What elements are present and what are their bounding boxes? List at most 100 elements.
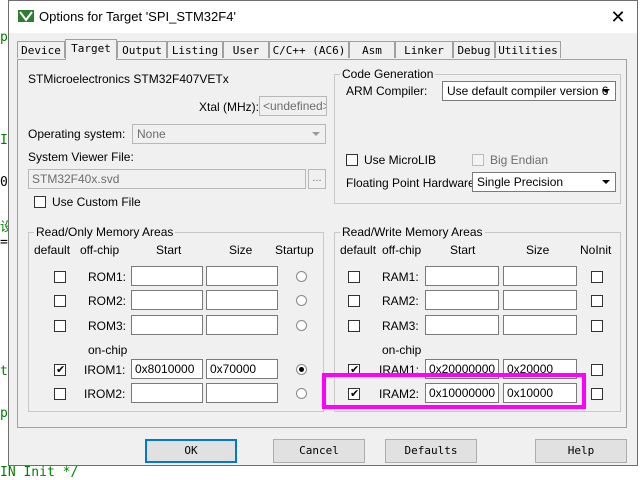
cancel-button[interactable]: Cancel [273, 439, 365, 463]
rom2-default-checkbox[interactable] [54, 295, 66, 307]
irom1-startup-radio[interactable] [296, 364, 307, 375]
iram2-noinit-checkbox[interactable] [591, 388, 603, 400]
ram2-default-checkbox[interactable] [348, 295, 360, 307]
ram3-noinit-checkbox[interactable] [591, 320, 603, 332]
fp-hardware-label: Floating Point Hardware: [346, 176, 479, 190]
bg-code-char: = [0, 235, 8, 250]
os-select-value: None [137, 127, 166, 141]
rom1-startup-radio[interactable] [296, 271, 307, 282]
compiler-label: ARM Compiler: [346, 84, 428, 98]
fp-hardware-select[interactable]: Single Precision [472, 172, 616, 192]
ram3-size-input[interactable] [503, 315, 577, 335]
device-name: STMicroelectronics STM32F407VETx [28, 72, 229, 86]
rw-header-offchip: off-chip [382, 243, 422, 257]
xtal-input[interactable]: <undefined> [259, 96, 327, 116]
irom2-label: IROM2: [84, 387, 126, 401]
ro-memory-title: Read/Only Memory Areas [34, 225, 176, 239]
ram3-start-input[interactable] [425, 315, 499, 335]
tab-user[interactable]: User [223, 41, 269, 58]
svd-label: System Viewer File: [28, 150, 134, 164]
tab-asm[interactable]: Asm [349, 41, 395, 58]
title-bar[interactable]: Options for Target 'SPI_STM32F4' ✕ [9, 1, 637, 33]
rom1-label: ROM1: [88, 270, 127, 284]
ram1-noinit-checkbox[interactable] [591, 271, 603, 283]
ro-header-default: default [34, 243, 71, 257]
rom3-startup-radio[interactable] [296, 320, 307, 331]
code-generation-title: Code Generation [340, 67, 436, 81]
irom2-default-checkbox[interactable] [54, 388, 66, 400]
close-icon[interactable]: ✕ [601, 3, 635, 31]
tab-utilities[interactable]: Utilities [495, 41, 561, 58]
annotation-highlight-box [322, 373, 586, 409]
help-button[interactable]: Help [535, 439, 627, 463]
rom3-default-checkbox[interactable] [54, 320, 66, 332]
rom2-start-input[interactable] [131, 290, 203, 310]
ram1-size-input[interactable] [503, 266, 577, 286]
rom3-start-input[interactable] [131, 315, 203, 335]
svd-browse-button[interactable]: ... [308, 169, 326, 189]
ram1-label: RAM1: [382, 270, 419, 284]
bg-code-char: p [0, 30, 8, 45]
use-custom-file-checkbox[interactable] [34, 196, 46, 208]
rom1-size-input[interactable] [206, 266, 278, 286]
use-microlib-checkbox[interactable] [346, 154, 358, 166]
rw-header-size: Size [526, 243, 550, 257]
irom2-startup-radio[interactable] [296, 388, 307, 399]
svd-input[interactable]: STM32F40x.svd [28, 169, 306, 189]
irom1-default-checkbox[interactable]: ✔ [54, 364, 66, 376]
irom2-start-input[interactable] [131, 383, 203, 403]
big-endian-label: Big Endian [490, 153, 549, 167]
os-label: Operating system: [28, 127, 126, 141]
irom1-label: IROM1: [84, 363, 126, 377]
bg-code-char: t [0, 364, 8, 379]
ro-header-start: Start [156, 243, 182, 257]
ram3-label: RAM3: [382, 319, 419, 333]
tab-listing[interactable]: Listing [167, 41, 223, 58]
compiler-select-value: Use default compiler version 6 [447, 84, 609, 98]
rom2-startup-radio[interactable] [296, 295, 307, 306]
os-select[interactable]: None [132, 124, 326, 144]
ram2-size-input[interactable] [503, 290, 577, 310]
tab-output[interactable]: Output [117, 41, 167, 58]
rw-header-start: Start [450, 243, 476, 257]
irom2-size-input[interactable] [206, 383, 278, 403]
ro-header-startup: Startup [275, 243, 314, 257]
fp-hardware-select-value: Single Precision [477, 175, 564, 189]
rom1-default-checkbox[interactable] [54, 271, 66, 283]
ram1-start-input[interactable] [425, 266, 499, 286]
iram1-noinit-checkbox[interactable] [591, 364, 603, 376]
ram1-default-checkbox[interactable] [348, 271, 360, 283]
irom1-start-input[interactable]: 0x8010000 [131, 359, 203, 379]
big-endian-checkbox[interactable] [472, 154, 484, 166]
irom1-size-input[interactable]: 0x70000 [206, 359, 278, 379]
ram2-start-input[interactable] [425, 290, 499, 310]
tab-cpp[interactable]: C/C++ (AC6) [269, 41, 349, 58]
tab-target[interactable]: Target [65, 39, 117, 60]
rom3-size-input[interactable] [206, 315, 278, 335]
tab-debug[interactable]: Debug [453, 41, 495, 58]
ram2-noinit-checkbox[interactable] [591, 295, 603, 307]
tab-device[interactable]: Device [17, 41, 65, 58]
chevron-down-icon [602, 89, 610, 93]
xtal-label: Xtal (MHz): [199, 100, 259, 114]
ok-button[interactable]: OK [145, 439, 237, 463]
rom1-start-input[interactable] [131, 266, 203, 286]
ro-onchip-label: on-chip [88, 343, 128, 357]
ram2-label: RAM2: [382, 294, 419, 308]
compiler-select[interactable]: Use default compiler version 6 [442, 81, 616, 101]
rw-onchip-label: on-chip [382, 343, 422, 357]
ro-header-offchip: off-chip [80, 243, 120, 257]
rom2-size-input[interactable] [206, 290, 278, 310]
bg-code-line: IN Init */ [0, 465, 79, 480]
window-title: Options for Target 'SPI_STM32F4' [39, 9, 236, 24]
use-custom-file-label: Use Custom File [52, 195, 141, 209]
ro-header-size: Size [229, 243, 253, 257]
rw-header-default: default [340, 243, 377, 257]
rom2-label: ROM2: [88, 294, 127, 308]
rw-memory-title: Read/Write Memory Areas [340, 225, 485, 239]
bg-code-char: I [0, 133, 8, 148]
defaults-button[interactable]: Defaults [385, 439, 477, 463]
tab-linker[interactable]: Linker [395, 41, 453, 58]
ram3-default-checkbox[interactable] [348, 320, 360, 332]
bg-code-char: p [0, 406, 8, 421]
